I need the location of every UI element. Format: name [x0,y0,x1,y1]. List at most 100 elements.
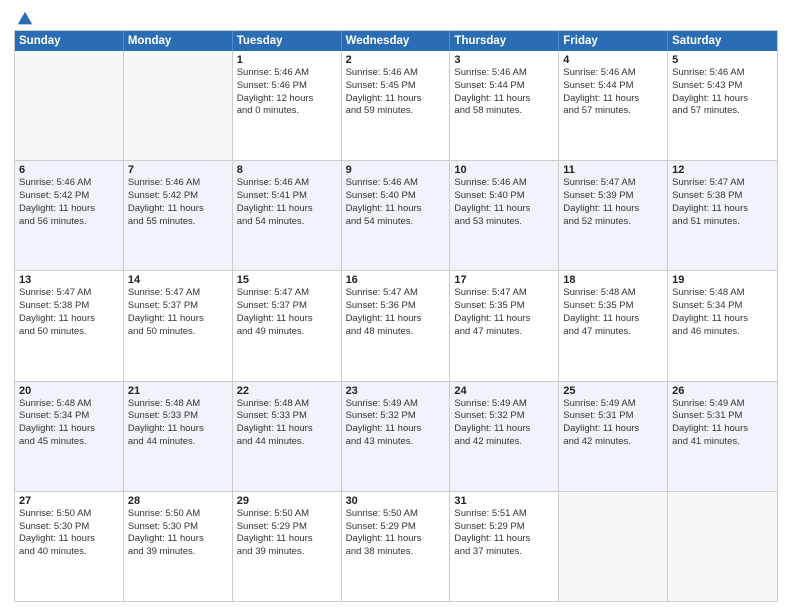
cell-line: and 42 minutes. [563,436,663,449]
day-number: 26 [672,385,773,397]
cell-line: Sunrise: 5:49 AM [672,398,773,411]
cell-line: and 0 minutes. [237,105,337,118]
day-number: 8 [237,164,337,176]
cell-line: Sunrise: 5:47 AM [19,287,119,300]
day-number: 24 [454,385,554,397]
cell-line: Sunrise: 5:50 AM [237,508,337,521]
logo-icon [16,10,34,28]
cell-line: and 45 minutes. [19,436,119,449]
cell-line: Sunset: 5:29 PM [346,521,446,534]
day-number: 16 [346,274,446,286]
cell-line: and 42 minutes. [454,436,554,449]
day-number: 17 [454,274,554,286]
calendar-cell: 5Sunrise: 5:46 AMSunset: 5:43 PMDaylight… [668,51,777,160]
calendar-cell: 26Sunrise: 5:49 AMSunset: 5:31 PMDayligh… [668,382,777,491]
day-number: 31 [454,495,554,507]
cell-line: Sunrise: 5:49 AM [454,398,554,411]
cell-line: Sunset: 5:34 PM [672,300,773,313]
calendar-header-cell: Tuesday [233,31,342,51]
calendar-cell [15,51,124,160]
cell-line: and 49 minutes. [237,326,337,339]
cell-line: Sunrise: 5:50 AM [128,508,228,521]
cell-line: and 50 minutes. [19,326,119,339]
cell-line: Daylight: 11 hours [346,93,446,106]
calendar: SundayMondayTuesdayWednesdayThursdayFrid… [14,30,778,602]
cell-line: Daylight: 11 hours [454,313,554,326]
cell-line: Sunrise: 5:47 AM [454,287,554,300]
cell-line: Sunrise: 5:48 AM [128,398,228,411]
cell-line: Daylight: 11 hours [237,313,337,326]
calendar-header-cell: Saturday [668,31,777,51]
cell-line: Daylight: 11 hours [454,93,554,106]
cell-line: Sunset: 5:32 PM [454,410,554,423]
calendar-cell: 18Sunrise: 5:48 AMSunset: 5:35 PMDayligh… [559,271,668,380]
cell-line: Daylight: 11 hours [454,533,554,546]
cell-line: Sunrise: 5:46 AM [454,67,554,80]
calendar-week: 13Sunrise: 5:47 AMSunset: 5:38 PMDayligh… [15,270,777,380]
cell-line: and 53 minutes. [454,216,554,229]
calendar-cell: 20Sunrise: 5:48 AMSunset: 5:34 PMDayligh… [15,382,124,491]
cell-line: and 54 minutes. [237,216,337,229]
cell-line: Sunset: 5:42 PM [19,190,119,203]
cell-line: and 41 minutes. [672,436,773,449]
cell-line: Sunset: 5:45 PM [346,80,446,93]
calendar-cell: 11Sunrise: 5:47 AMSunset: 5:39 PMDayligh… [559,161,668,270]
day-number: 18 [563,274,663,286]
cell-line: Daylight: 11 hours [19,423,119,436]
cell-line: Daylight: 12 hours [237,93,337,106]
cell-line: Sunset: 5:38 PM [672,190,773,203]
cell-line: Sunset: 5:29 PM [237,521,337,534]
cell-line: Daylight: 11 hours [237,533,337,546]
day-number: 12 [672,164,773,176]
calendar-week: 1Sunrise: 5:46 AMSunset: 5:46 PMDaylight… [15,51,777,160]
calendar-week: 20Sunrise: 5:48 AMSunset: 5:34 PMDayligh… [15,381,777,491]
day-number: 6 [19,164,119,176]
cell-line: Daylight: 11 hours [237,423,337,436]
cell-line: Daylight: 11 hours [563,93,663,106]
calendar-cell: 15Sunrise: 5:47 AMSunset: 5:37 PMDayligh… [233,271,342,380]
cell-line: Sunset: 5:39 PM [563,190,663,203]
calendar-cell: 8Sunrise: 5:46 AMSunset: 5:41 PMDaylight… [233,161,342,270]
cell-line: Daylight: 11 hours [346,533,446,546]
cell-line: Sunset: 5:42 PM [128,190,228,203]
day-number: 4 [563,54,663,66]
calendar-body: 1Sunrise: 5:46 AMSunset: 5:46 PMDaylight… [15,51,777,601]
cell-line: Sunset: 5:37 PM [128,300,228,313]
calendar-cell: 27Sunrise: 5:50 AMSunset: 5:30 PMDayligh… [15,492,124,601]
cell-line: Sunset: 5:32 PM [346,410,446,423]
cell-line: Daylight: 11 hours [128,203,228,216]
cell-line: Sunrise: 5:46 AM [672,67,773,80]
header [14,10,778,24]
cell-line: Sunset: 5:40 PM [346,190,446,203]
day-number: 1 [237,54,337,66]
cell-line: and 56 minutes. [19,216,119,229]
cell-line: and 44 minutes. [237,436,337,449]
calendar-header-cell: Thursday [450,31,559,51]
calendar-cell: 30Sunrise: 5:50 AMSunset: 5:29 PMDayligh… [342,492,451,601]
cell-line: Sunrise: 5:46 AM [346,177,446,190]
calendar-cell: 14Sunrise: 5:47 AMSunset: 5:37 PMDayligh… [124,271,233,380]
cell-line: and 55 minutes. [128,216,228,229]
cell-line: Daylight: 11 hours [563,203,663,216]
calendar-cell: 2Sunrise: 5:46 AMSunset: 5:45 PMDaylight… [342,51,451,160]
day-number: 14 [128,274,228,286]
calendar-cell: 12Sunrise: 5:47 AMSunset: 5:38 PMDayligh… [668,161,777,270]
cell-line: Sunset: 5:35 PM [454,300,554,313]
cell-line: Sunset: 5:31 PM [563,410,663,423]
cell-line: Sunset: 5:37 PM [237,300,337,313]
cell-line: Sunset: 5:44 PM [454,80,554,93]
day-number: 25 [563,385,663,397]
page: SundayMondayTuesdayWednesdayThursdayFrid… [0,0,792,612]
cell-line: Sunrise: 5:49 AM [563,398,663,411]
day-number: 21 [128,385,228,397]
calendar-cell: 19Sunrise: 5:48 AMSunset: 5:34 PMDayligh… [668,271,777,380]
cell-line: and 44 minutes. [128,436,228,449]
cell-line: Sunset: 5:34 PM [19,410,119,423]
day-number: 11 [563,164,663,176]
calendar-week: 6Sunrise: 5:46 AMSunset: 5:42 PMDaylight… [15,160,777,270]
day-number: 19 [672,274,773,286]
calendar-cell: 4Sunrise: 5:46 AMSunset: 5:44 PMDaylight… [559,51,668,160]
day-number: 15 [237,274,337,286]
cell-line: and 58 minutes. [454,105,554,118]
cell-line: Daylight: 11 hours [19,313,119,326]
